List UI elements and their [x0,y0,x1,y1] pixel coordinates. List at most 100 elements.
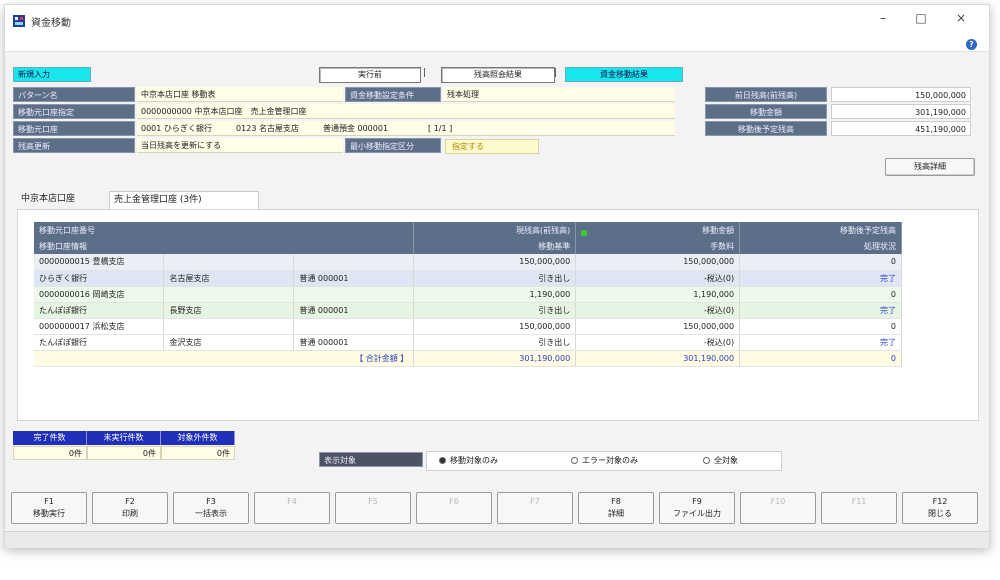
app-icon [13,15,25,27]
radio-target-only[interactable]: 移動対象のみ [439,452,498,470]
fkey-f9-button[interactable]: F9 ファイル出力 [659,492,735,524]
cell-balance: 150,000,000 [413,254,577,271]
fkey-action-label: 印刷 [122,509,138,518]
cell-branch: 名古屋支店 [163,270,295,287]
cell-type [293,254,415,271]
table-row[interactable]: 0000000016 岡崎支店 1,190,000 1,190,000 0 [34,286,902,303]
cell-branch [163,318,295,335]
source-account-label: 移動元口座 [13,121,135,136]
display-target-label: 表示対象 [319,452,423,467]
pending-count-value: 0件 [87,446,161,460]
source-spec-value: 0000000000 中京本店口座 売上金管理口座 [137,104,675,119]
balance-detail-button[interactable]: 残高詳細 [885,158,975,176]
tab-sales-account[interactable]: 売上金管理口座 (3件) [109,191,259,209]
col-header-source: 移動元口座番号 [34,222,415,238]
total-amount: 301,190,000 [575,350,741,367]
separator: | [423,68,427,78]
fkey-f4-button: F4 [254,492,330,524]
cell-status: 0 [739,286,902,303]
table-header-row: 移動口座情報 移動基準 手数料 処理状況 [34,238,902,254]
cell-account: 0000000017 浜松支店 [34,318,165,335]
fkey-key-label: F4 [287,497,297,506]
col-header-status: 処理状況 [739,238,902,254]
table-row[interactable]: たんぽぽ銀行 長野支店 普通 000001 引き出し -税込(0) 完了 [34,302,902,319]
planned-balance-value: 451,190,000 [831,121,971,136]
cell-branch: 金沢支店 [163,334,295,351]
cell-account: たんぽぽ銀行 [34,334,165,351]
fkey-action-label: 移動実行 [33,509,65,518]
table-row[interactable]: たんぽぽ銀行 金沢支店 普通 000001 引き出し -税込(0) 完了 [34,334,902,351]
title-bar: 資金移動 – □ × ? [5,5,989,52]
condition-label: 資金移動設定条件 [345,87,441,102]
fkey-key-label: F7 [530,497,540,506]
col-header-planned: 移動後予定残高 [739,222,902,238]
window-title: 資金移動 [31,18,71,29]
table-row[interactable]: 0000000017 浜松支店 150,000,000 150,000,000 0 [34,318,902,335]
radio-all[interactable]: 全対象 [703,452,738,470]
tab-before[interactable]: 実行前 [319,67,421,83]
balance-update-label: 残高更新 [13,138,135,153]
cell-type: 普通 000001 [293,270,415,287]
prev-balance-value: 150,000,000 [831,87,971,102]
radio-empty-icon [571,457,578,464]
pending-count-label: 未実行件数 [87,431,161,445]
fkey-key-label: F3 [206,497,216,506]
close-button[interactable]: × [951,11,971,25]
cell-type [293,318,415,335]
cell-amount: -税込(0) [575,302,741,319]
total-label: 【 合計金額 】 [34,350,415,367]
cell-status: 0 [739,318,902,335]
fkey-f1-button[interactable]: F1 移動実行 [11,492,87,524]
cell-account: たんぽぽ銀行 [34,302,165,319]
fkey-key-label: F11 [851,497,867,506]
tab-transfer-result[interactable]: 資金移動結果 [565,67,683,82]
fkey-f10-button: F10 [740,492,816,524]
cell-balance: 引き出し [413,302,577,319]
radio-error-only[interactable]: エラー対象のみ [571,452,638,470]
cell-type: 普通 000001 [293,302,415,319]
table-row[interactable]: ひらぎく銀行 名古屋支店 普通 000001 引き出し -税込(0) 完了 [34,270,902,287]
fkey-action-label: ファイル出力 [673,509,721,518]
excluded-count-value: 0件 [161,446,235,460]
tab-main-account[interactable]: 中京本店口座 [17,191,113,208]
source-account-value: 0001 ひらぎく銀行 0123 名古屋支店 普通預金 000001 [ 1/1… [137,121,675,136]
status-bar [5,531,989,548]
transfer-amount-label: 移動金額 [705,104,827,119]
fkey-key-label: F10 [770,497,786,506]
cell-status: 0 [739,254,902,271]
cell-branch: 長野支店 [163,302,295,319]
fkey-f8-button[interactable]: F8 詳細 [578,492,654,524]
cell-type [293,286,415,303]
tab-balance-result[interactable]: 残高照会結果 [441,67,555,83]
planned-balance-label: 移動後予定残高 [705,121,827,136]
min-transfer-label: 最小移動指定区分 [345,138,441,153]
fkey-f5-button: F5 [335,492,411,524]
min-transfer-value: 指定する [445,139,539,154]
balance-update-value: 当日残高を更新にする [137,138,343,153]
excluded-count-label: 対象外件数 [161,431,235,445]
fkey-f3-button[interactable]: F3 一括表示 [173,492,249,524]
col-header-fee: 手数料 [575,238,741,254]
cell-amount: 150,000,000 [575,318,741,335]
transfer-amount-value: 301,190,000 [831,104,971,119]
display-target-radios: 移動対象のみ エラー対象のみ 全対象 [426,451,782,471]
transfer-panel: 移動元口座番号 現残高(前残高) 移動金額 移動後予定残高 移動口座情報 移動基… [17,209,979,421]
table-row[interactable]: 0000000015 豊橋支店 150,000,000 150,000,000 0 [34,254,902,271]
radio-empty-icon [703,457,710,464]
maximize-button[interactable]: □ [911,11,931,25]
fkey-key-label: F1 [44,497,54,506]
fkey-key-label: F2 [125,497,135,506]
total-balance: 301,190,000 [413,350,577,367]
cell-branch [163,286,295,303]
help-icon[interactable]: ? [966,39,977,50]
minimize-button[interactable]: – [873,11,893,25]
fkey-f6-button: F6 [416,492,492,524]
mode-tag: 新規入力 [13,67,91,82]
table-total-row: 【 合計金額 】 301,190,000 301,190,000 0 [34,350,902,367]
fkey-key-label: F9 [692,497,702,506]
cell-branch [163,254,295,271]
fkey-f2-button[interactable]: F2 印刷 [92,492,168,524]
separator: | [554,68,558,78]
pattern-name-label: パターン名 [13,87,135,102]
fkey-f12-button[interactable]: F12 閉じる [902,492,978,524]
